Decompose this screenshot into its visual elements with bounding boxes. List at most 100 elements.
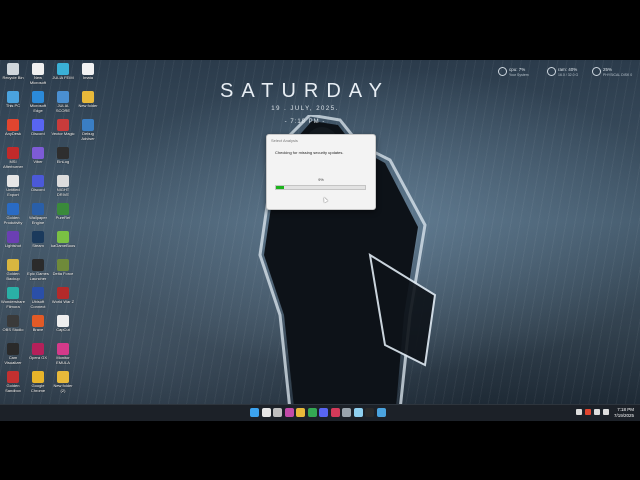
desktop-icon[interactable]: Wondershare Filmora	[1, 287, 25, 309]
desktop-icon-label: New Microsoft	[29, 76, 47, 85]
app-icon	[32, 63, 44, 75]
clock-date: 19 . JULY, 2025.	[271, 106, 339, 112]
desktop-icon-label: Steam	[32, 244, 44, 248]
terminal-icon[interactable]	[365, 408, 374, 417]
chevron-up-icon[interactable]	[576, 409, 582, 415]
desktop-icon[interactable]: Ubisoft Connect	[26, 287, 50, 309]
app-icon	[7, 287, 19, 299]
settings-icon[interactable]	[342, 408, 351, 417]
desktop-icon-label: kaGameBooster	[51, 244, 75, 248]
analysis-dialog: Select Analysis Checking for missing sec…	[266, 134, 376, 210]
app-icon	[7, 119, 19, 131]
desktop-icon[interactable]: Discord	[26, 175, 50, 193]
cpu-ring-icon	[498, 67, 507, 76]
desktop-icon-label: PureRef	[55, 216, 71, 220]
desktop-icon-label: EinLog	[56, 160, 70, 164]
desktop-icon-label: Golden Sandbox	[5, 384, 21, 393]
network-icon[interactable]	[594, 409, 600, 415]
desktop-icon[interactable]: Vector Magic	[51, 119, 75, 137]
desktop-icon[interactable]: Cam Visualizer	[1, 343, 25, 365]
app-icon	[7, 175, 19, 187]
app-icon	[32, 371, 44, 383]
ram-value: ram: 40%	[558, 67, 578, 72]
desktop-icon[interactable]: JULIA FEIM	[51, 63, 75, 81]
desktop-icon[interactable]: AnyDesk	[1, 119, 25, 137]
desktop-icon[interactable]: PureRef	[51, 203, 75, 221]
desktop-icon-label: New folder (2)	[53, 384, 73, 393]
desktop-icon[interactable]: Golden Produtivity	[1, 203, 25, 225]
shield-icon[interactable]	[585, 409, 591, 415]
desktop-icon-label: Ubisoft Connect	[30, 300, 46, 309]
desktop-icon[interactable]: New folder (2)	[51, 371, 75, 393]
desktop-icon[interactable]: New folder	[76, 91, 100, 109]
clock-day: SATURDAY	[220, 80, 390, 102]
cpu-value: cpu: 7%	[509, 67, 526, 72]
desktop-icon[interactable]: Golden Sandbox	[1, 371, 25, 393]
file-explorer-icon[interactable]	[296, 408, 305, 417]
app-icon	[57, 119, 69, 131]
desktop-icon[interactable]: OBS Studio	[1, 315, 25, 333]
desktop-icon[interactable]: Untitled Export	[1, 175, 25, 197]
desktop-icon[interactable]: Golden Backup	[1, 259, 25, 281]
app-icon	[32, 119, 44, 131]
desktop-icon[interactable]: CapCut	[51, 315, 75, 333]
desktop-icon-label: Wondershare Filmora	[1, 300, 25, 309]
desktop-icon[interactable]: Brave	[26, 315, 50, 333]
desktop-icon[interactable]: World War Z	[51, 287, 75, 305]
volume-icon[interactable]	[603, 409, 609, 415]
desktop-icon[interactable]: Microsoft Edge	[26, 91, 50, 113]
notepad-icon[interactable]	[353, 408, 363, 417]
widgets-icon[interactable]	[284, 408, 294, 417]
app-icon	[32, 175, 44, 187]
desktop-icon-label: CapCut	[56, 328, 70, 332]
desktop-icon[interactable]: Discord	[26, 119, 50, 137]
desktop-icon-label: JULIA SCORE	[55, 104, 71, 113]
desktop-icon-label: Lightshot	[4, 244, 22, 248]
cpu-widget: cpu: 7% Your System	[498, 66, 542, 80]
ram-ring-icon	[547, 67, 556, 76]
discord-icon[interactable]	[319, 408, 328, 417]
desktop-icon[interactable]: Debug Adviser	[76, 119, 100, 141]
desktop-icon[interactable]: Steam	[26, 231, 50, 249]
desktop-icon[interactable]: kaGameBooster	[51, 231, 75, 249]
app-icon	[32, 147, 44, 159]
progress-percent: 9%	[318, 178, 324, 182]
desktop-icon-label: Viber	[33, 160, 43, 164]
desktop-icon[interactable]: Wallpaper Engine	[26, 203, 50, 225]
search-icon[interactable]	[261, 408, 271, 417]
opera-gx-icon[interactable]	[330, 408, 340, 417]
start-icon[interactable]	[250, 408, 259, 417]
store-icon[interactable]	[376, 408, 386, 417]
desktop-icon[interactable]: New Microsoft	[26, 63, 50, 85]
task-view-icon[interactable]	[273, 408, 282, 417]
desktop-icon[interactable]: Monitor EMULA	[51, 343, 75, 365]
desktop-icon[interactable]: JULIA SCORE	[51, 91, 75, 113]
desktop-icon[interactable]: EinLog	[51, 147, 75, 165]
desktop-icon-label: NIGHT DRIVE	[56, 188, 70, 197]
app-icon	[32, 287, 44, 299]
desktop-icon[interactable]: This PC	[1, 91, 25, 109]
desktop-icon[interactable]: Imata	[76, 63, 100, 81]
clock-time: - 7:18 PM -	[284, 119, 326, 125]
desktop-icon[interactable]: Delta Force	[51, 259, 75, 277]
app-icon	[7, 343, 19, 355]
dialog-message: Checking for missing security updates.	[275, 150, 344, 155]
app-icon	[32, 343, 44, 355]
desktop-icon[interactable]: Opera GX	[26, 343, 50, 361]
disk-ring-icon	[592, 67, 601, 76]
desktop-icon-label: Debug Adviser	[81, 132, 95, 141]
desktop-icon[interactable]: Recycle Bin	[1, 63, 25, 81]
desktop-icon[interactable]: Lightshot	[1, 231, 25, 249]
chrome-icon[interactable]	[307, 408, 317, 417]
desktop-icon[interactable]: NIGHT DRIVE	[51, 175, 75, 197]
app-icon	[57, 315, 69, 327]
desktop-icon-label: Microsoft Edge	[29, 104, 47, 113]
desktop-icon[interactable]: MSI Afterburner	[1, 147, 25, 169]
app-icon	[32, 231, 44, 243]
app-icon	[32, 203, 44, 215]
taskbar-clock[interactable]: 7:18 PM 7/19/2025	[614, 407, 634, 418]
desktop-icon[interactable]: Epic Games Launcher	[26, 259, 50, 281]
desktop-icon[interactable]: Viber	[26, 147, 50, 165]
app-icon	[82, 91, 94, 103]
desktop-icon[interactable]: Google Chrome	[26, 371, 50, 393]
